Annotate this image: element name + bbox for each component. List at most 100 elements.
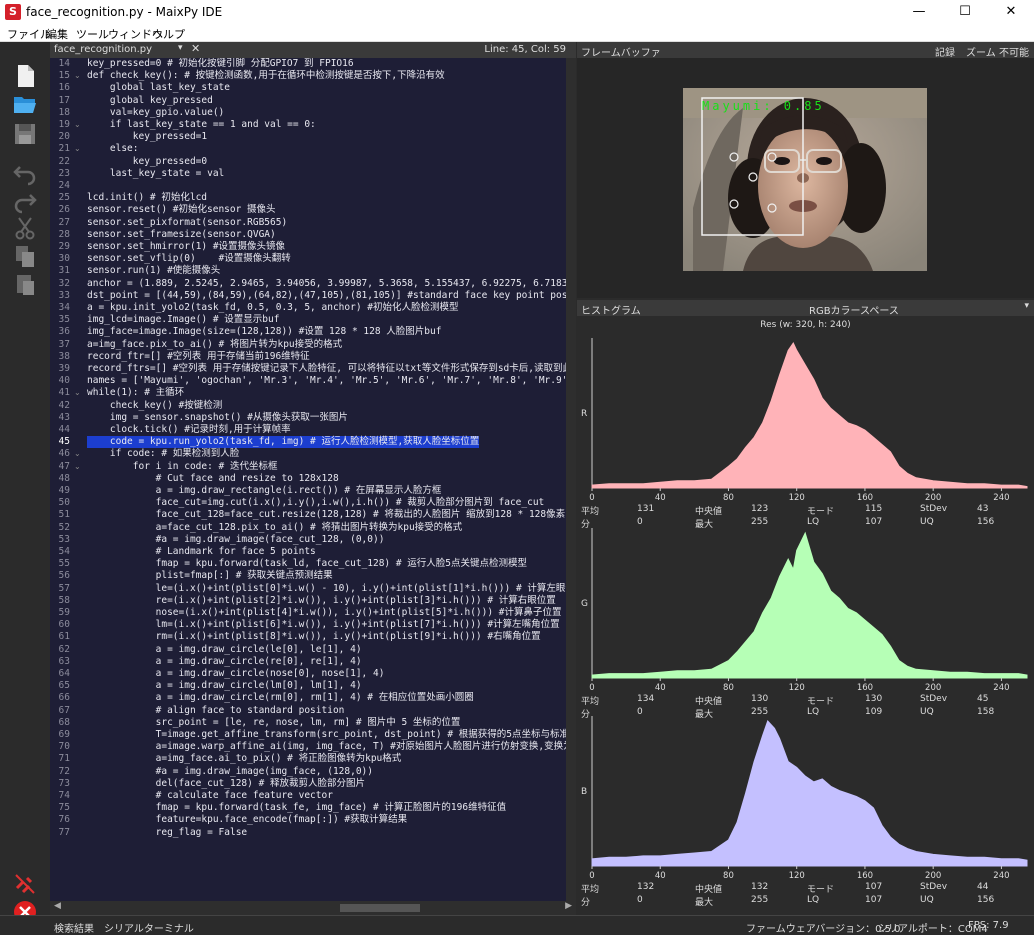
code-line[interactable]: a = img.draw_circle(lm[0], lm[1], 4) bbox=[87, 680, 362, 692]
code-line[interactable]: a=face_cut_128.pix_to_ai() # 将猜出图片转换为kpu… bbox=[87, 522, 463, 534]
code-line[interactable]: img_face=image.Image(size=(128,128)) #设置… bbox=[87, 326, 441, 338]
menu-edit[interactable]: 編集 bbox=[46, 26, 68, 42]
code-line[interactable]: lm=(i.x()+int(plist[6]*i.w()), i.y()+int… bbox=[87, 619, 560, 631]
code-line[interactable]: a=img_face.pix_to_ai() # 将图片转为kpu接受的格式 bbox=[87, 339, 342, 351]
code-line[interactable]: rm=(i.x()+int(plist[8]*i.w()), i.y()+int… bbox=[87, 631, 541, 643]
code-line[interactable]: if last_key_state == 1 and val == 0: bbox=[87, 119, 316, 131]
code-line[interactable]: nose=(i.x()+int(plist[4]*i.w()), i.y()+i… bbox=[87, 607, 562, 619]
colorspace-dropdown-icon[interactable]: ▾ bbox=[1024, 301, 1029, 311]
close-tab-icon[interactable]: ✕ bbox=[191, 42, 200, 55]
code-line[interactable]: face_cut_128=face_cut.resize(128,128) # … bbox=[87, 509, 565, 521]
code-line[interactable]: feature=kpu.face_encode(fmap[:]) #获取计算结果 bbox=[87, 814, 407, 826]
maximize-button[interactable]: ☐ bbox=[942, 0, 988, 24]
code-editor[interactable]: 14 15 ⌄ 16 17 18 19 ⌄ 20 21 ⌄ 22 23 24 25 26 27 28 29 30 31 3… bbox=[50, 58, 576, 901]
fold-toggle-icon[interactable]: ⌄ bbox=[74, 70, 82, 82]
colorspace-select[interactable]: RGBカラースペース bbox=[809, 302, 899, 317]
paste-icon[interactable] bbox=[11, 270, 39, 298]
code-line[interactable]: val=key_gpio.value() bbox=[87, 107, 224, 119]
code-line[interactable]: while(1): # 主循环 bbox=[87, 387, 184, 399]
code-line[interactable]: record_ftr=[] #空列表 用于存储当前196维特征 bbox=[87, 351, 310, 363]
scroll-left-icon[interactable]: ◀ bbox=[54, 901, 61, 911]
code-line[interactable]: a = kpu.init_yolo2(task_fd, 0.5, 0.3, 5,… bbox=[87, 302, 458, 314]
record-button[interactable]: 記録 bbox=[935, 44, 955, 59]
code-line[interactable]: del(face_cut_128) # 释放裁剪人脸部分图片 bbox=[87, 778, 365, 790]
code-line[interactable]: src_point = [le, re, nose, lm, rm] # 图片中… bbox=[87, 717, 461, 729]
code-line[interactable]: global last_key_state bbox=[87, 82, 230, 94]
code-line[interactable]: reg_flag = False bbox=[87, 827, 248, 839]
redo-icon[interactable] bbox=[11, 186, 39, 214]
menu-file[interactable]: ファイル bbox=[7, 26, 51, 42]
code-line[interactable]: record_ftrs=[] #空列表 用于存储按键记录下人脸特征, 可以将特征… bbox=[87, 363, 576, 375]
code-line[interactable]: sensor.reset() #初始化sensor 摄像头 bbox=[87, 204, 276, 216]
disable-button[interactable]: 不可能 bbox=[999, 44, 1029, 59]
code-line[interactable]: for i in code: # 迭代坐标框 bbox=[87, 461, 278, 473]
code-line[interactable]: code = kpu.run_yolo2(task_fd, img) # 运行人… bbox=[87, 436, 480, 449]
code-line[interactable]: key_pressed=1 bbox=[87, 131, 207, 143]
code-line[interactable]: sensor.set_pixformat(sensor.RGB565) bbox=[87, 217, 287, 229]
code-line[interactable]: img = sensor.snapshot() #从摄像头获取一张图片 bbox=[87, 412, 348, 424]
minimize-button[interactable]: — bbox=[896, 0, 942, 24]
code-line[interactable]: sensor.set_hmirror(1) #设置摄像头镜像 bbox=[87, 241, 285, 253]
code-line[interactable]: anchor = (1.889, 2.5245, 2.9465, 3.94056… bbox=[87, 278, 576, 290]
code-line[interactable]: if code: # 如果检测到人脸 bbox=[87, 448, 239, 460]
editor-vertical-scrollbar[interactable] bbox=[566, 58, 576, 901]
search-results-tab[interactable]: 検索結果 bbox=[54, 920, 94, 935]
horizontal-scroll-thumb[interactable] bbox=[340, 904, 420, 912]
code-line[interactable]: # Cut face and resize to 128x128 bbox=[87, 473, 339, 485]
save-icon[interactable] bbox=[11, 120, 39, 148]
new-file-icon[interactable] bbox=[11, 62, 39, 90]
code-line[interactable]: key_pressed=0 # 初始化按键引脚 分配GPIO7 到 FPIO16 bbox=[87, 58, 354, 70]
code-line[interactable]: #a = img.draw_image(face_cut_128, (0,0)) bbox=[87, 534, 385, 546]
code-line[interactable]: fmap = kpu.forward(task_fe, img_face) # … bbox=[87, 802, 506, 814]
code-line[interactable]: # Landmark for face 5 points bbox=[87, 546, 316, 558]
code-line[interactable]: face_cut=img.cut(i.x(),i.y(),i.w(),i.h()… bbox=[87, 497, 545, 509]
open-folder-icon[interactable] bbox=[11, 90, 39, 118]
code-line[interactable]: key_pressed=0 bbox=[87, 156, 207, 168]
disconnect-icon[interactable] bbox=[11, 870, 39, 898]
fold-toggle-icon[interactable]: ⌄ bbox=[74, 387, 82, 399]
serial-terminal-tab[interactable]: シリアルターミナル bbox=[104, 920, 194, 935]
code-line[interactable]: a = img.draw_circle(le[0], le[1], 4) bbox=[87, 644, 362, 656]
copy-icon[interactable] bbox=[11, 242, 39, 270]
code-line[interactable]: #a = img.draw_image(img_face, (128,0)) bbox=[87, 766, 373, 778]
fold-toggle-icon[interactable]: ⌄ bbox=[74, 448, 82, 460]
code-line[interactable]: a = img.draw_rectangle(i.rect()) # 在屏幕显示… bbox=[87, 485, 442, 497]
cut-icon[interactable] bbox=[11, 214, 39, 242]
code-line[interactable]: else: bbox=[87, 143, 139, 155]
code-line[interactable]: # align face to standard position bbox=[87, 705, 345, 717]
code-line[interactable]: a = img.draw_circle(rm[0], rm[1], 4) # 在… bbox=[87, 692, 474, 704]
code-line[interactable]: global key_pressed bbox=[87, 95, 213, 107]
code-line[interactable]: names = ['Mayumi', 'ogochan', 'Mr.3', 'M… bbox=[87, 375, 576, 387]
fold-toggle-icon[interactable]: ⌄ bbox=[74, 461, 82, 473]
code-line[interactable]: a = img.draw_circle(re[0], re[1], 4) bbox=[87, 656, 362, 668]
code-line[interactable]: sensor.run(1) #使能摄像头 bbox=[87, 265, 220, 277]
code-line[interactable]: check_key() #按键检测 bbox=[87, 400, 222, 412]
code-line[interactable]: a = img.draw_circle(nose[0], nose[1], 4) bbox=[87, 668, 385, 680]
file-dropdown-icon[interactable]: ▾ bbox=[178, 43, 183, 53]
fold-toggle-icon[interactable]: ⌄ bbox=[74, 143, 82, 155]
editor-file-tab[interactable]: face_recognition.py bbox=[54, 44, 152, 55]
code-line[interactable]: img_lcd=image.Image() # 设置显示buf bbox=[87, 314, 279, 326]
close-window-button[interactable]: ✕ bbox=[988, 0, 1034, 24]
code-line[interactable]: a=img_face.ai_to_pix() # 将正脸图像转为kpu格式 bbox=[87, 753, 402, 765]
code-line[interactable]: clock.tick() #记录时刻,用于计算帧率 bbox=[87, 424, 291, 436]
code-line[interactable]: def check_key(): # 按键检测函数,用于在循环中检测按键是否按下… bbox=[87, 70, 445, 82]
scroll-right-icon[interactable]: ▶ bbox=[565, 901, 572, 911]
code-line[interactable]: re=(i.x()+int(plist[2]*i.w()), i.y()+int… bbox=[87, 595, 556, 607]
code-line[interactable]: le=(i.x()+int(plist[0]*i.w() - 10), i.y(… bbox=[87, 583, 576, 595]
code-line[interactable]: sensor.set_vflip(0) #设置摄像头翻转 bbox=[87, 253, 291, 265]
menu-help[interactable]: ヘルプ bbox=[152, 26, 185, 42]
menu-tools[interactable]: ツール bbox=[76, 26, 109, 42]
editor-horizontal-scrollbar[interactable]: ◀ ▶ bbox=[50, 901, 576, 915]
code-line[interactable]: fmap = kpu.forward(task_ld, face_cut_128… bbox=[87, 558, 527, 570]
code-line[interactable]: lcd.init() # 初始化lcd bbox=[87, 192, 207, 204]
code-line[interactable]: sensor.set_framesize(sensor.QVGA) bbox=[87, 229, 276, 241]
undo-icon[interactable] bbox=[11, 158, 39, 186]
zoom-button[interactable]: ズーム bbox=[966, 44, 996, 59]
code-line[interactable]: # calculate face feature vector bbox=[87, 790, 333, 802]
code-line[interactable]: T=image.get_affine_transform(src_point, … bbox=[87, 729, 576, 741]
code-line[interactable]: a=image.warp_affine_ai(img, img_face, T)… bbox=[87, 741, 576, 753]
code-line[interactable]: dst_point = [(44,59),(84,59),(64,82),(47… bbox=[87, 290, 576, 302]
code-line[interactable]: plist=fmap[:] # 获取关键点预测结果 bbox=[87, 570, 333, 582]
fold-toggle-icon[interactable]: ⌄ bbox=[74, 119, 82, 131]
